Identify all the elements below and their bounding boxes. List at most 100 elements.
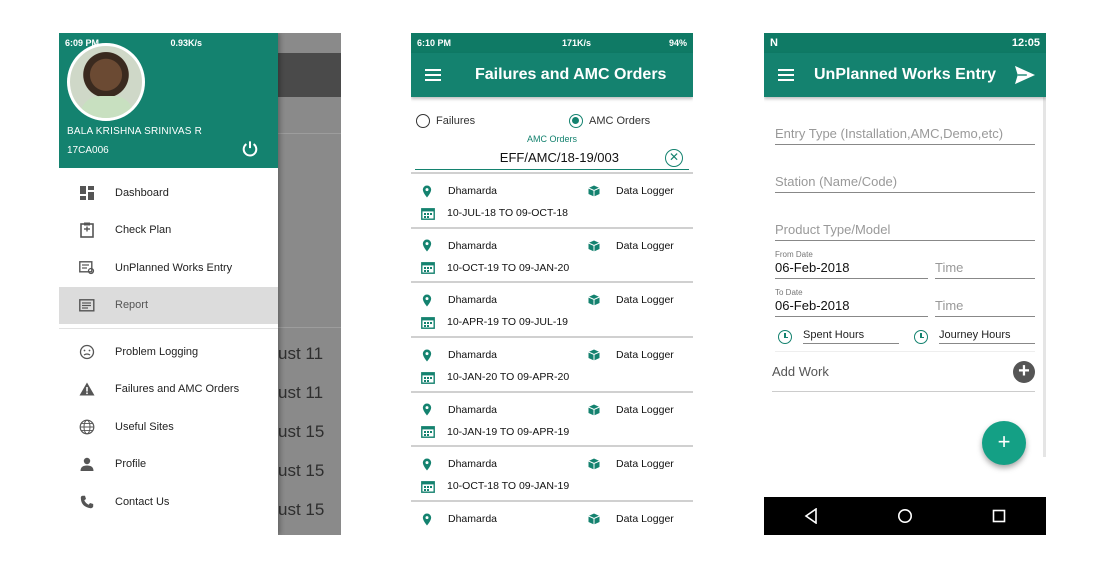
menu-label: Contact Us: [115, 495, 170, 508]
package-icon: [588, 458, 600, 470]
home-icon[interactable]: [897, 508, 913, 524]
menu-icon[interactable]: [778, 69, 794, 81]
order-card[interactable]: Dhamarda Data Logger 10-JAN-19 TO 09-APR-1…: [411, 393, 693, 448]
orders-screen: 6:10 PM 171K/s 94% Failures and AMC Orde…: [411, 33, 693, 535]
card-location: Dhamarda: [448, 185, 498, 197]
radio-failures-label[interactable]: Failures: [436, 115, 539, 127]
station-field[interactable]: Station (Name/Code): [775, 169, 1035, 193]
menu-label: Dashboard: [115, 186, 169, 199]
to-row: 06-Feb-2018 Time: [775, 297, 1035, 317]
status-battery: 94%: [668, 38, 687, 48]
order-card[interactable]: Dhamarda Data Logger 10-APR-19 TO 09-JUL-1…: [411, 283, 693, 339]
card-location: Dhamarda: [448, 239, 498, 252]
card-type: Data Logger: [616, 349, 674, 362]
status-time: 6:09 PM: [65, 38, 100, 48]
clear-icon[interactable]: ✕: [665, 148, 683, 167]
to-time-field[interactable]: Time: [935, 297, 1035, 317]
order-list: Dhamarda Data Logger 10-JUL-18 TO 09-OCT-1…: [411, 174, 693, 535]
card-type: Data Logger: [616, 513, 674, 526]
radio-failures[interactable]: [416, 114, 430, 128]
card-type: Data Logger: [616, 458, 674, 471]
card-location: Dhamarda: [448, 403, 498, 416]
menu-item-report[interactable]: Report: [59, 286, 278, 324]
background-text: ust 15: [278, 422, 325, 441]
background-text: ust 15: [278, 500, 325, 519]
recents-icon[interactable]: [992, 509, 1006, 523]
menu-item-useful-sites[interactable]: Useful Sites: [59, 408, 278, 446]
order-search-input[interactable]: EFF/AMC/18-19/003: [415, 150, 665, 165]
menu-icon[interactable]: [425, 69, 441, 81]
card-type: Data Logger: [616, 403, 674, 416]
add-circle-icon[interactable]: +: [1013, 360, 1035, 383]
hours-row: Spent Hours Journey Hours: [775, 329, 1035, 344]
add-fab-button[interactable]: +: [982, 421, 1026, 465]
journey-hours-field[interactable]: Journey Hours: [914, 329, 1035, 344]
package-icon: [588, 294, 600, 306]
menu-item-dashboard[interactable]: Dashboard: [59, 174, 278, 212]
spent-hours-label[interactable]: Spent Hours: [803, 329, 899, 344]
background-text: ust 11: [278, 344, 324, 363]
order-search-field[interactable]: EFF/AMC/18-19/003 ✕: [415, 146, 689, 170]
menu-item-unplanned-works[interactable]: UnPlanned Works Entry: [59, 249, 278, 287]
order-card[interactable]: Dhamarda Data Logger 10-JAN-20 TO 09-APR-2…: [411, 338, 693, 393]
menu-item-failures-amc[interactable]: Failures and AMC Orders: [59, 371, 278, 409]
radio-amc-orders[interactable]: [569, 114, 583, 128]
status-carrier: N: [770, 37, 778, 49]
status-bar: N 12:05: [764, 33, 1046, 53]
order-card[interactable]: Dhamarda Data Logger 10-OCT-18 TO 09-JAN-1…: [411, 447, 693, 503]
calendar-icon: [421, 426, 435, 439]
card-period: 10-JAN-20 TO 09-APR-20: [447, 371, 570, 384]
menu-item-problem-logging[interactable]: Problem Logging: [59, 333, 278, 371]
card-period: 10-APR-19 TO 09-JUL-19: [447, 316, 569, 329]
report-icon: [59, 298, 115, 312]
package-icon: [588, 185, 600, 197]
card-location: Dhamarda: [448, 513, 498, 526]
avatar[interactable]: [67, 43, 145, 121]
menu-item-check-plan[interactable]: Check Plan: [59, 212, 278, 250]
menu-label: Profile: [115, 458, 147, 471]
person-icon: [59, 457, 115, 472]
search-floating-label: AMC Orders: [526, 134, 577, 144]
add-work-label: Add Work: [772, 364, 829, 379]
spent-hours-field[interactable]: Spent Hours: [778, 329, 899, 344]
order-card[interactable]: Dhamarda Data Logger 10-OCT-19 TO 09-JAN-2…: [411, 229, 693, 284]
power-icon[interactable]: [241, 140, 259, 158]
add-work-row[interactable]: Add Work +: [772, 352, 1035, 392]
menu-item-contact-us[interactable]: Contact Us: [59, 483, 278, 521]
location-pin-icon: [422, 458, 432, 471]
background-divider: [278, 327, 341, 328]
journey-hours-label[interactable]: Journey Hours: [939, 329, 1035, 344]
card-period: 10-JUL-18 TO 09-OCT-18: [447, 207, 568, 219]
app-bar: UnPlanned Works Entry: [764, 53, 1046, 97]
system-navbar: [764, 497, 1046, 535]
to-date-field[interactable]: 06-Feb-2018: [775, 297, 928, 317]
calendar-icon: [421, 262, 435, 275]
card-period: 10-OCT-18 TO 09-JAN-19: [447, 480, 570, 493]
app-bar: Failures and AMC Orders: [411, 53, 693, 97]
from-date-field[interactable]: 06-Feb-2018: [775, 259, 928, 279]
status-time: 6:10 PM: [417, 38, 452, 48]
background-divider: [278, 133, 341, 134]
order-type-radio-group: Failures AMC Orders: [411, 110, 693, 132]
menu-divider: [59, 328, 278, 329]
background-text: ust 15: [278, 461, 325, 480]
menu-label: Failures and AMC Orders: [115, 383, 240, 396]
calendar-icon: [421, 371, 435, 384]
phone-icon: [59, 495, 115, 509]
order-card[interactable]: Dhamarda Data Logger: [411, 502, 693, 535]
card-period: 10-OCT-19 TO 09-JAN-20: [447, 261, 570, 274]
radio-amc-label[interactable]: AMC Orders: [589, 115, 650, 127]
package-icon: [588, 349, 600, 361]
menu-item-profile[interactable]: Profile: [59, 446, 278, 484]
from-time-field[interactable]: Time: [935, 259, 1035, 279]
entry-type-field[interactable]: Entry Type (Installation,AMC,Demo,etc): [775, 121, 1035, 145]
status-speed: 171K/s: [561, 38, 591, 48]
product-field[interactable]: Product Type/Model: [775, 217, 1035, 241]
order-card[interactable]: Dhamarda Data Logger 10-JUL-18 TO 09-OCT-1…: [411, 174, 693, 229]
send-icon[interactable]: [1014, 65, 1036, 85]
clock-icon: [914, 329, 928, 344]
card-type: Data Logger: [616, 239, 674, 252]
card-location: Dhamarda: [448, 294, 498, 307]
back-icon[interactable]: [804, 508, 818, 524]
card-type: Data Logger: [616, 185, 674, 197]
